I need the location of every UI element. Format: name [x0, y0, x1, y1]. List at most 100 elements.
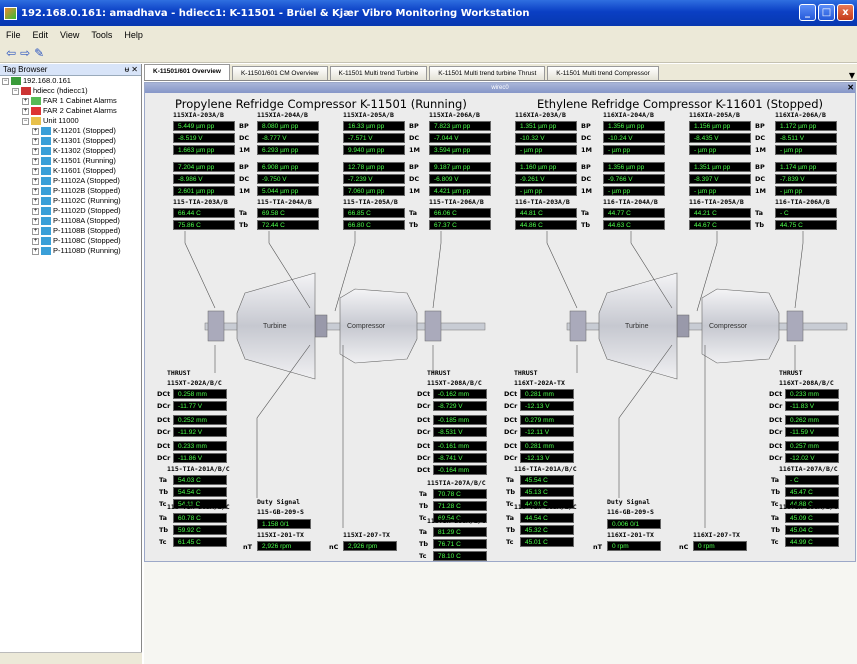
- tree-item[interactable]: − 192.168.0.161: [0, 76, 141, 86]
- tab-3[interactable]: K-11501 Multi trend turbine Thrust: [429, 66, 546, 80]
- edit-icon[interactable]: ✎: [34, 46, 44, 60]
- menu-tools[interactable]: Tools: [85, 30, 118, 40]
- tree-item[interactable]: + P-11108A (Stopped): [0, 216, 141, 226]
- tab-menu-icon[interactable]: ▼: [849, 71, 857, 80]
- menu-edit[interactable]: Edit: [27, 30, 55, 40]
- thrust-label: DCr: [769, 454, 783, 462]
- menu-file[interactable]: File: [0, 30, 27, 40]
- row-label: 1M: [239, 146, 250, 154]
- thrust-label: DCr: [504, 454, 518, 462]
- horizontal-scrollbar[interactable]: [0, 652, 142, 664]
- temp-value: 66.44 C: [173, 208, 235, 218]
- row-label: BP: [581, 122, 591, 130]
- expand-icon[interactable]: +: [32, 137, 39, 145]
- tree-item[interactable]: + P-11108C (Stopped): [0, 236, 141, 246]
- tree-item[interactable]: + K-11201 (Stopped): [0, 126, 141, 136]
- folder-icon: [31, 117, 41, 125]
- back-arrow-icon[interactable]: ⇦: [6, 46, 16, 60]
- sensor-value: 9.187 µm pp: [429, 162, 491, 172]
- btemp-label: Tc: [159, 538, 167, 546]
- expand-icon[interactable]: +: [32, 147, 39, 155]
- tab-4[interactable]: K-11501 Multi trend Compressor: [547, 66, 659, 80]
- tab-0[interactable]: K-11501/601 Overview: [144, 64, 230, 80]
- row-label: DC: [409, 134, 420, 142]
- expand-icon[interactable]: +: [32, 217, 39, 225]
- expand-icon[interactable]: +: [32, 237, 39, 245]
- tree-item[interactable]: + P-11108D (Running): [0, 246, 141, 256]
- tree-item[interactable]: + K-11302 (Stopped): [0, 146, 141, 156]
- expand-icon[interactable]: +: [32, 167, 39, 175]
- compressor-label: Compressor: [709, 323, 748, 330]
- sensor-value: -9.750 V: [257, 174, 319, 184]
- sensor-value: -8.397 V: [689, 174, 751, 184]
- tree-item[interactable]: + P-11102B (Stopped): [0, 186, 141, 196]
- thrust-value: -0.164 mm: [433, 465, 487, 475]
- title-bar: 192.168.0.161: amadhava - hdiecc1: K-115…: [0, 0, 857, 26]
- btemp-value: 45.09 C: [785, 513, 839, 523]
- btemp-value: 81.29 C: [433, 527, 487, 537]
- close-button[interactable]: x: [837, 4, 854, 21]
- temp-sensor-name: 115-TIA-204A/B: [257, 198, 312, 206]
- expand-icon[interactable]: +: [32, 227, 39, 235]
- menu-help[interactable]: Help: [118, 30, 149, 40]
- tree-item[interactable]: + P-11102D (Stopped): [0, 206, 141, 216]
- thrust-value: -8.741 V: [433, 453, 487, 463]
- minimize-button[interactable]: _: [799, 4, 816, 21]
- expand-icon[interactable]: −: [2, 77, 9, 85]
- tree-item[interactable]: + K-11601 (Stopped): [0, 166, 141, 176]
- forward-arrow-icon[interactable]: ⇨: [20, 46, 30, 60]
- expand-icon[interactable]: +: [32, 127, 39, 135]
- tree-item[interactable]: + P-11102C (Running): [0, 196, 141, 206]
- sensor-value: 1.356 µm pp: [603, 121, 665, 131]
- tab-1[interactable]: K-11501/601 CM Overview: [231, 66, 328, 80]
- maximize-button[interactable]: □: [818, 4, 835, 21]
- expand-icon[interactable]: +: [32, 177, 39, 185]
- btemp-name: 115-TIA-202A/B/C: [167, 503, 230, 511]
- tree-item[interactable]: − hdiecc (hdiecc1): [0, 86, 141, 96]
- sensor-value: 12.78 µm pp: [343, 162, 405, 172]
- tree-item[interactable]: + FAR 1 Cabinet Alarms: [0, 96, 141, 106]
- thrust-label: DCr: [157, 402, 171, 410]
- sensor-value: -7.239 V: [343, 174, 405, 184]
- machine-icon: [41, 157, 51, 165]
- sensor-value: 8.080 µm pp: [257, 121, 319, 131]
- btemp-label: Tc: [419, 552, 427, 560]
- temp-value: 44.21 C: [689, 208, 751, 218]
- expand-icon[interactable]: +: [22, 107, 29, 115]
- sensor-value: 6.908 µm pp: [257, 162, 319, 172]
- tree-item[interactable]: + P-11102A (Stopped): [0, 176, 141, 186]
- expand-icon[interactable]: +: [32, 207, 39, 215]
- thrust-label: DCt: [769, 442, 783, 450]
- expand-icon[interactable]: +: [32, 187, 39, 195]
- menu-view[interactable]: View: [54, 30, 85, 40]
- expand-icon[interactable]: +: [32, 247, 39, 255]
- btemp-name: 116TIA-207A/B/C: [779, 465, 838, 473]
- tree-item-label: P-11102D (Stopped): [53, 206, 121, 215]
- row-label: BP: [755, 122, 765, 130]
- sensor-value: -8.777 V: [257, 133, 319, 143]
- tag-tree: −192.168.0.161− hdiecc (hdiecc1) + FAR 1 Ca…: [0, 76, 141, 256]
- machine-title-left: Propylene Refridge Compressor K-11501 (R…: [175, 97, 467, 111]
- expand-icon[interactable]: −: [22, 117, 29, 125]
- thrust-value: -0.185 mm: [433, 415, 487, 425]
- tree-item[interactable]: + K-11301 (Stopped): [0, 136, 141, 146]
- tree-item[interactable]: − Unit 11000: [0, 116, 141, 126]
- sensor-value: - µm pp: [515, 186, 577, 196]
- tree-item[interactable]: + FAR 2 Cabinet Alarms: [0, 106, 141, 116]
- expand-icon[interactable]: −: [12, 87, 19, 95]
- thrust-value: 0.281 mm: [520, 441, 574, 451]
- btemp-name: 116-TIA-201A/B/C: [514, 465, 577, 473]
- expand-icon[interactable]: +: [32, 157, 39, 165]
- tree-item-label: 192.168.0.161: [23, 76, 71, 85]
- expand-icon[interactable]: +: [22, 97, 29, 105]
- btemp-label: Ta: [419, 490, 427, 498]
- speed-label: nT: [243, 543, 253, 551]
- panel-pin-close[interactable]: ᵾ ✕: [125, 65, 138, 74]
- tab-2[interactable]: K-11501 Multi trend Turbine: [329, 66, 428, 80]
- btemp-value: - C: [785, 475, 839, 485]
- tree-item-label: hdiecc (hdiecc1): [33, 86, 88, 95]
- expand-icon[interactable]: +: [32, 197, 39, 205]
- tree-item[interactable]: + P-11108B (Stopped): [0, 226, 141, 236]
- tree-item[interactable]: + K-11501 (Running): [0, 156, 141, 166]
- sensor-value: - µm pp: [603, 145, 665, 155]
